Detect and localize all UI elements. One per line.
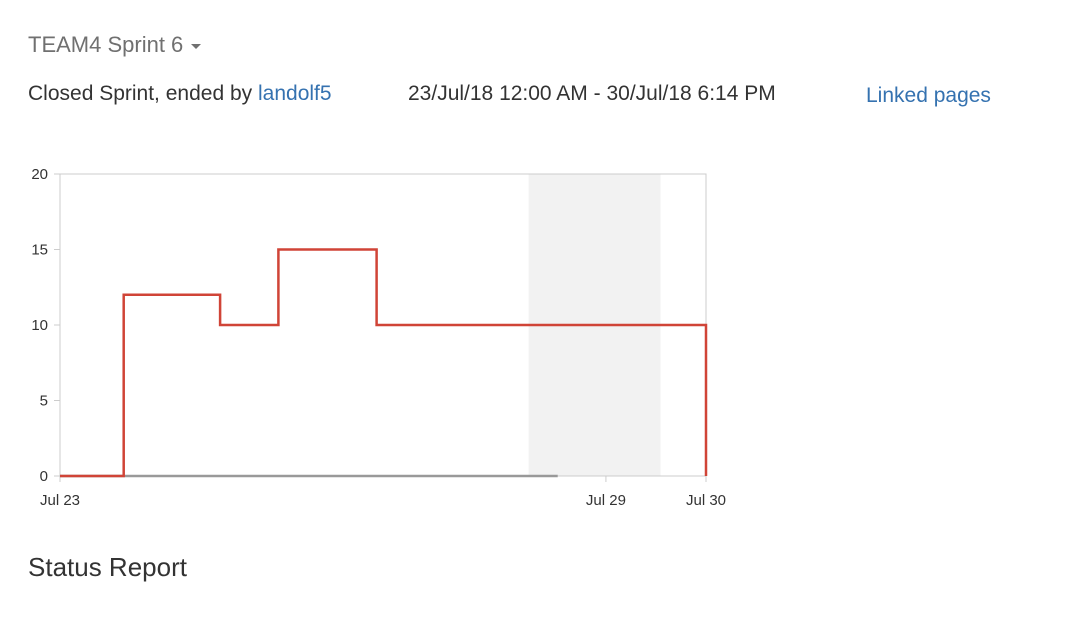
sprint-selector-label: TEAM4 Sprint 6 <box>28 32 184 57</box>
sprint-selector-dropdown[interactable]: TEAM4 Sprint 6 <box>28 32 202 58</box>
x-axis-tick-label: Jul 23 <box>40 492 80 509</box>
caret-down-icon <box>191 43 202 49</box>
y-axis-tick-label: 0 <box>40 468 48 485</box>
sprint-status-text: Closed Sprint, ended by <box>28 82 258 105</box>
sprint-status-line: Closed Sprint, ended by landolf5 <box>28 82 332 106</box>
status-report-heading: Status Report <box>28 552 187 582</box>
sprint-date-range: 23/Jul/18 12:00 AM - 30/Jul/18 6:14 PM <box>408 82 776 105</box>
x-axis-tick-label: Jul 30 <box>686 492 726 509</box>
y-axis-tick-label: 20 <box>31 166 48 183</box>
ended-by-user-link[interactable]: landolf5 <box>258 82 332 105</box>
burndown-chart-svg: 0 5 10 15 20 Jul 23 Jul 29 Jul 30 <box>31 166 726 509</box>
y-axis-tick-label: 10 <box>31 317 48 334</box>
burndown-chart: 0 5 10 15 20 Jul 23 Jul 29 Jul 30 <box>0 150 760 530</box>
y-axis-tick-label: 5 <box>40 393 48 410</box>
sprint-report-page: TEAM4 Sprint 6 Closed Sprint, ended by l… <box>0 0 1070 620</box>
y-axis-tick-label: 15 <box>31 242 48 259</box>
x-axis-tick-label: Jul 29 <box>586 492 626 509</box>
linked-pages-link[interactable]: Linked pages <box>866 84 991 108</box>
